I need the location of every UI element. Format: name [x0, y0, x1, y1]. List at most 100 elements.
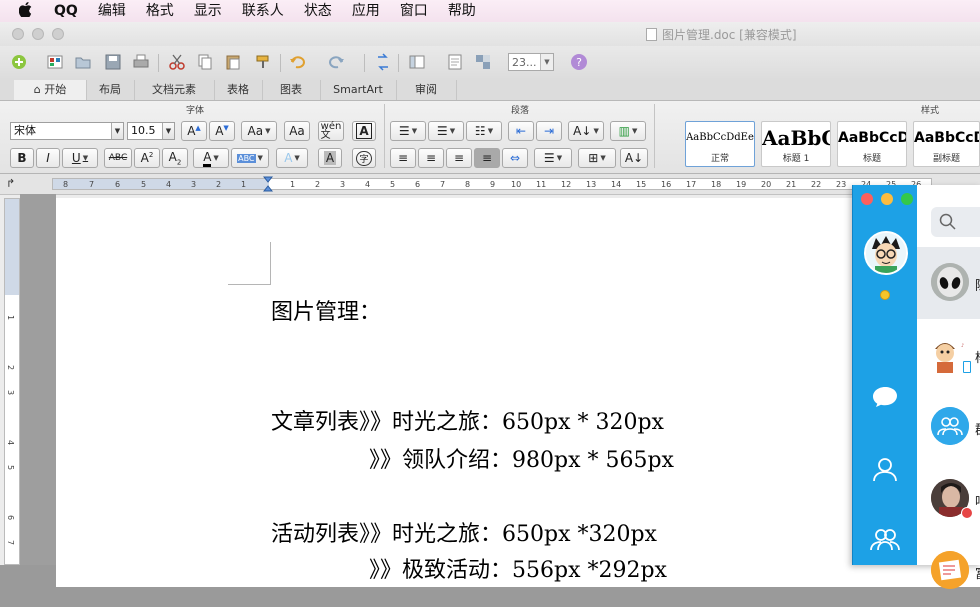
character-shading-button[interactable]: A — [318, 148, 342, 168]
sidebar-icon[interactable] — [406, 51, 428, 73]
menu-view[interactable]: 显示 — [184, 0, 232, 22]
tab-home[interactable]: ⌂ 开始 — [14, 80, 87, 100]
line-spacing-button[interactable]: ☰ ▼ — [534, 148, 572, 168]
contacts-icon[interactable] — [869, 453, 901, 485]
subscript-button[interactable]: A2 — [162, 148, 188, 168]
underline-button[interactable]: U ▼ — [62, 148, 98, 168]
undo-icon[interactable] — [288, 51, 310, 73]
style-normal[interactable]: AaBbCcDdEe 正常 — [685, 121, 755, 167]
style-subtitle[interactable]: AaBbCcDc 副标题 — [913, 121, 980, 167]
increase-indent-button[interactable]: ⇥ — [536, 121, 562, 141]
menu-window[interactable]: 窗口 — [390, 0, 438, 22]
format-painter-icon[interactable] — [252, 51, 274, 73]
menu-format[interactable]: 格式 — [136, 0, 184, 22]
view-icon[interactable] — [444, 51, 466, 73]
contact-name: 富 — [975, 563, 980, 582]
vertical-ruler[interactable]: 1 2 3 4 5 6 7 — [4, 198, 20, 565]
tab-charts[interactable]: 图表 — [262, 80, 321, 100]
menu-contacts[interactable]: 联系人 — [232, 0, 294, 22]
enclose-characters-button[interactable]: 字 — [352, 148, 376, 168]
ruler-number: 10 — [511, 180, 522, 189]
avatar[interactable] — [864, 231, 908, 275]
tab-tables[interactable]: 表格 — [214, 80, 263, 100]
groups-icon[interactable] — [869, 523, 901, 555]
align-left-button[interactable]: ≡ — [390, 148, 416, 168]
bullets-button[interactable]: ☰ ▼ — [390, 121, 426, 141]
text-direction-button[interactable]: A↓ — [620, 148, 648, 168]
tab-document-elements[interactable]: 文档元素 — [134, 80, 215, 100]
search-input[interactable] — [931, 207, 980, 237]
menu-help[interactable]: 帮助 — [438, 0, 486, 22]
strikethrough-button[interactable]: ABC — [104, 148, 132, 168]
bold-button[interactable]: B — [10, 148, 34, 168]
ruler-number: 1 — [241, 180, 247, 189]
grow-font-button[interactable]: A▲ — [181, 121, 207, 141]
paste-icon[interactable] — [222, 51, 244, 73]
phonetic-guide-button[interactable]: wén 文 — [318, 121, 344, 141]
qq-minimize-button[interactable] — [881, 193, 893, 205]
styles-group-title: 样式 — [920, 106, 939, 116]
chevron-down-icon: ▼ — [265, 127, 271, 135]
font-size-field[interactable]: 10.5 ▼ — [127, 122, 175, 140]
list-item[interactable]: ♪ 杨 — [917, 319, 980, 391]
show-icon[interactable] — [472, 51, 494, 73]
sort-button[interactable]: A↓ ▼ — [568, 121, 604, 141]
indent-marker-icon[interactable] — [263, 176, 273, 192]
list-item[interactable]: 群 — [917, 391, 980, 463]
apple-icon[interactable] — [0, 1, 40, 21]
open-icon[interactable] — [72, 51, 94, 73]
clear-formatting-button[interactable]: Aa — [284, 121, 310, 141]
gallery-icon[interactable] — [44, 51, 66, 73]
multilevel-list-button[interactable]: ☷ ▼ — [466, 121, 502, 141]
numbering-button[interactable]: ☰ ▼ — [428, 121, 464, 141]
list-item[interactable]: 吗 — [917, 463, 980, 535]
qq-zoom-button[interactable] — [901, 193, 913, 205]
zoom-button[interactable] — [52, 28, 64, 40]
font-color-button[interactable]: A ▼ — [193, 148, 229, 168]
menu-apps[interactable]: 应用 — [342, 0, 390, 22]
text-effects-button[interactable]: A ▼ — [276, 148, 308, 168]
save-icon[interactable] — [102, 51, 124, 73]
qq-close-button[interactable] — [861, 193, 873, 205]
print-icon[interactable] — [130, 51, 152, 73]
highlight-button[interactable]: ABC ▼ — [231, 148, 269, 168]
chat-icon[interactable] — [869, 381, 901, 413]
zoom-select[interactable]: 23... ▼ — [508, 53, 554, 71]
tab-layout[interactable]: 布局 — [86, 80, 135, 100]
list-item[interactable]: 富 — [917, 535, 980, 607]
borders-button[interactable]: ⊞ ▼ — [578, 148, 616, 168]
new-document-icon[interactable] — [8, 51, 30, 73]
shrink-font-button[interactable]: A▼ — [209, 121, 235, 141]
character-border-button[interactable]: A — [352, 121, 376, 141]
decrease-indent-button[interactable]: ⇤ — [508, 121, 534, 141]
cut-icon[interactable] — [166, 51, 188, 73]
style-title[interactable]: AaBbCcDc 标题 — [837, 121, 907, 167]
align-center-button[interactable]: ≡ — [418, 148, 444, 168]
close-button[interactable] — [12, 28, 24, 40]
horizontal-ruler[interactable]: ↱ 8 7 6 5 4 3 2 1 1 2 3 4 5 6 7 8 9 10 1… — [0, 174, 980, 195]
columns-button[interactable]: ▥ ▼ — [610, 121, 646, 141]
tab-review[interactable]: 审阅 — [396, 80, 457, 100]
menu-edit[interactable]: 编辑 — [88, 0, 136, 22]
change-case-button[interactable]: Aa ▼ — [241, 121, 277, 141]
list-item[interactable]: 陈 — [917, 247, 980, 319]
superscript-button[interactable]: A2 — [134, 148, 160, 168]
minimize-button[interactable] — [32, 28, 44, 40]
justify-button[interactable]: ≡ — [474, 148, 500, 168]
tab-selector-icon[interactable]: ↱ — [6, 177, 20, 191]
online-status-icon[interactable] — [880, 290, 890, 300]
menu-status[interactable]: 状态 — [294, 0, 342, 22]
distribute-button[interactable]: ⇔ — [502, 148, 528, 168]
group-avatar — [931, 407, 969, 445]
insert-icon[interactable] — [372, 51, 394, 73]
menu-app-qq[interactable]: QQ — [40, 0, 88, 22]
font-name-field[interactable]: 宋体 ▼ — [10, 122, 124, 140]
help-icon[interactable]: ? — [568, 51, 590, 73]
document-page[interactable]: 图片管理： 文章列表》》时光之旅：650px * 320px 》》领队介绍：98… — [56, 198, 980, 587]
tab-smartart[interactable]: SmartArt — [320, 80, 397, 100]
italic-button[interactable]: I — [36, 148, 60, 168]
style-heading-1[interactable]: AaBbC 标题 1 — [761, 121, 831, 167]
redo-icon[interactable] — [326, 51, 348, 73]
align-right-button[interactable]: ≡ — [446, 148, 472, 168]
copy-icon[interactable] — [194, 51, 216, 73]
